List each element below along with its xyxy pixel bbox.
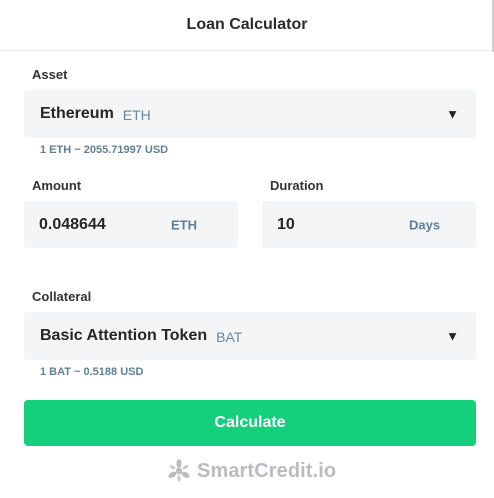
brand-logo: SmartCredit.io (166, 458, 336, 484)
brand-name: SmartCredit.io (197, 459, 337, 482)
asset-select[interactable]: Ethereum ETH ▼ (24, 90, 476, 138)
asset-symbol: ETH (122, 106, 151, 123)
header: Loan Calculator (0, 0, 494, 51)
collateral-name: Basic Attention Token (40, 327, 208, 344)
page-title: Loan Calculator (186, 16, 308, 33)
amount-field[interactable]: 0.048644 ETH (24, 201, 238, 248)
duration-label: Duration (270, 178, 324, 193)
duration-unit: Days (409, 217, 441, 232)
caret-down-icon: ▼ (446, 328, 459, 344)
calculate-button[interactable]: Calculate (24, 400, 476, 446)
asset-label: Asset (32, 67, 68, 82)
collateral-symbol: BAT (216, 328, 243, 345)
collateral-select[interactable]: Basic Attention Token BAT ▼ (24, 312, 476, 360)
asset-name: Ethereum (40, 105, 114, 122)
caret-down-icon: ▼ (446, 106, 459, 122)
collateral-label: Collateral (32, 289, 92, 304)
duration-value[interactable]: 10 (277, 216, 387, 234)
amount-unit: ETH (171, 217, 197, 232)
collateral-rate: 1 BAT ~ 0.5188 USD (40, 366, 144, 378)
duration-field[interactable]: 10 Days (262, 201, 476, 248)
amount-value[interactable]: 0.048644 (39, 216, 149, 234)
smartcredit-logo-icon (168, 459, 190, 482)
asset-rate: 1 ETH ~ 2055.71997 USD (40, 144, 169, 156)
amount-label: Amount (32, 178, 82, 193)
